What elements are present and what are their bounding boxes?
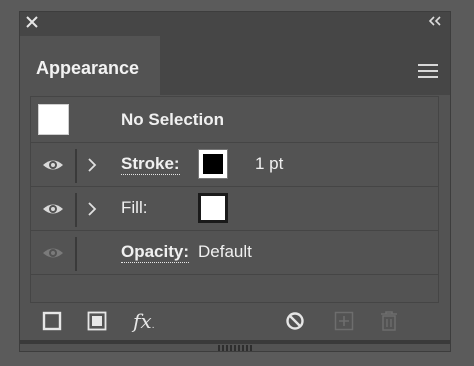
appearance-panel: Appearance No Selection Stroke: 1 pt Fil… <box>19 11 451 352</box>
fill-label: Fill: <box>121 198 148 217</box>
add-effect-icon[interactable]: fx. <box>133 309 154 333</box>
panel-bottom-edge <box>20 340 450 344</box>
opacity-value[interactable]: Default <box>198 242 252 262</box>
fill-row[interactable]: Fill: <box>31 187 438 231</box>
stroke-label[interactable]: Stroke: <box>121 154 180 175</box>
opacity-label[interactable]: Opacity: <box>121 242 190 263</box>
panel-titlebar <box>20 12 450 36</box>
hamburger-menu-icon[interactable] <box>418 64 438 78</box>
tab-appearance[interactable]: Appearance <box>20 36 160 95</box>
double-chevron-left-icon[interactable] <box>428 15 442 29</box>
clear-appearance-icon[interactable] <box>285 311 305 336</box>
stroke-row[interactable]: Stroke: 1 pt <box>31 143 438 187</box>
panel-footer: fx. <box>20 309 450 343</box>
chevron-right-icon[interactable] <box>87 156 97 174</box>
resize-grip[interactable] <box>218 345 254 351</box>
tab-label: Appearance <box>36 58 140 78</box>
add-new-stroke-icon[interactable] <box>42 311 62 336</box>
fill-color-swatch[interactable] <box>198 193 228 223</box>
selection-thumbnail <box>38 104 69 135</box>
delete-item-icon[interactable] <box>379 310 399 337</box>
eye-icon[interactable] <box>42 201 64 217</box>
selection-row[interactable]: No Selection <box>31 97 438 143</box>
tab-bar: Appearance <box>20 36 450 95</box>
eye-icon[interactable] <box>42 157 64 173</box>
close-icon[interactable] <box>25 13 41 31</box>
fx-label: fx <box>133 309 152 333</box>
opacity-row[interactable]: Opacity: Default <box>31 231 438 275</box>
stroke-color-swatch[interactable] <box>198 149 228 179</box>
duplicate-item-icon[interactable] <box>334 311 354 336</box>
eye-icon[interactable] <box>42 245 64 261</box>
selection-label: No Selection <box>121 110 224 129</box>
row-divider <box>75 237 77 271</box>
stroke-weight-value[interactable]: 1 pt <box>255 154 283 174</box>
appearance-list: No Selection Stroke: 1 pt Fill: Opacity:… <box>30 96 439 303</box>
add-new-fill-icon[interactable] <box>87 311 107 336</box>
chevron-right-icon[interactable] <box>87 200 97 218</box>
row-divider <box>75 193 77 227</box>
row-divider <box>75 149 77 183</box>
